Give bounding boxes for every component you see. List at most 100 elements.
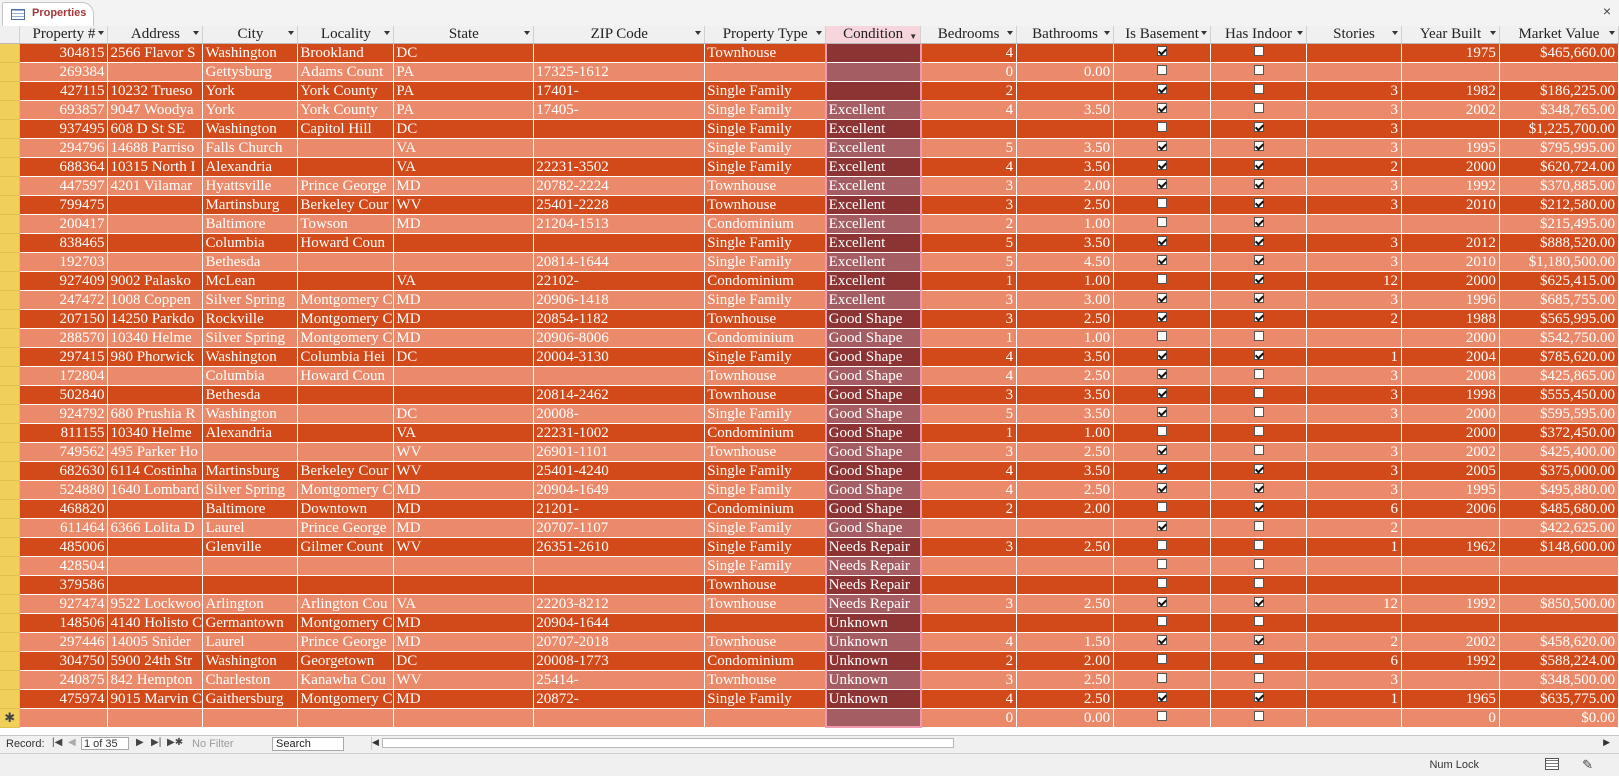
cell-bathrooms[interactable]: 2.50 — [1016, 442, 1115, 462]
cell-property[interactable]: 304750 — [19, 651, 109, 671]
cell-address[interactable]: 4201 Vilamar — [107, 176, 204, 196]
cell-city[interactable]: Bethesda — [202, 252, 299, 272]
cell-address[interactable]: 980 Phorwick — [107, 347, 204, 367]
cell-property[interactable]: 207150 — [19, 309, 109, 329]
cell-address[interactable]: 14688 Parriso — [107, 138, 204, 158]
cell-market-value[interactable]: $458,620.00 — [1499, 632, 1619, 652]
cell-property[interactable]: 288570 — [19, 328, 109, 348]
record-selector[interactable] — [0, 632, 21, 652]
table-row[interactable]: 924792 680 Prushia R Washington DC 20008- Sin… — [0, 404, 1619, 424]
cell-zip-code[interactable]: 20906-8006 — [533, 328, 706, 348]
cell-address[interactable]: 1008 Coppen — [107, 290, 204, 310]
design-view-icon[interactable]: ✎ — [1582, 757, 1593, 773]
table-row[interactable]: 288570 10340 Helme Silver Spring Montgomery… — [0, 328, 1619, 348]
cell-city[interactable]: Washington — [202, 119, 299, 139]
table-row[interactable]: 172804 Columbia Howard Coun Townhouse Good S… — [0, 366, 1619, 386]
column-header-property[interactable]: Property # — [19, 26, 109, 44]
checkbox[interactable] — [1157, 103, 1168, 114]
cell-locality[interactable]: Adams Count — [297, 62, 395, 82]
checkbox[interactable] — [1253, 578, 1264, 589]
cell-is-basement[interactable] — [1113, 480, 1212, 500]
checkbox[interactable] — [1157, 483, 1168, 494]
cell-market-value[interactable]: $495,880.00 — [1499, 480, 1619, 500]
cell-property-type[interactable]: Townhouse — [704, 309, 827, 329]
record-selector[interactable] — [0, 613, 21, 633]
dropdown-arrow-icon[interactable] — [1297, 31, 1304, 35]
cell-has-indoor[interactable] — [1210, 461, 1308, 481]
cell-year-built[interactable]: 2002 — [1401, 100, 1500, 120]
cell-address[interactable] — [107, 366, 204, 386]
cell-year-built[interactable]: 1965 — [1401, 689, 1500, 709]
cell-market-value[interactable]: $465,660.00 — [1499, 43, 1619, 63]
cell-locality[interactable]: Howard Coun — [297, 366, 395, 386]
checkbox[interactable] — [1157, 179, 1168, 190]
cell-property-type[interactable]: Townhouse — [704, 442, 827, 462]
cell-condition[interactable] — [824, 81, 922, 101]
cell-property[interactable]: 838465 — [19, 233, 109, 253]
cell-property-type[interactable]: Townhouse — [704, 43, 827, 63]
cell-condition[interactable]: Good Shape — [824, 366, 922, 386]
cell-property[interactable]: 294796 — [19, 138, 109, 158]
cell-is-basement[interactable] — [1113, 62, 1212, 82]
cell-address[interactable]: 6366 Lolita D — [107, 518, 204, 538]
checkbox[interactable] — [1253, 597, 1264, 608]
cell-has-indoor[interactable] — [1210, 195, 1308, 215]
cell-bedrooms[interactable] — [920, 119, 1018, 139]
cell-stories[interactable] — [1306, 556, 1402, 576]
checkbox[interactable] — [1253, 616, 1264, 627]
dropdown-arrow-icon[interactable] — [1391, 31, 1398, 35]
cell-address[interactable]: 842 Hempton — [107, 670, 204, 690]
cell-condition[interactable]: Excellent — [824, 157, 922, 177]
checkbox[interactable] — [1157, 236, 1168, 247]
cell-bathrooms[interactable]: 1.00 — [1016, 214, 1115, 234]
cell-market-value[interactable]: $625,415.00 — [1499, 271, 1619, 291]
table-row[interactable]: 240875 842 Hempton Charleston Kanawha Cou WV… — [0, 670, 1619, 690]
column-header-zip-code[interactable]: ZIP Code — [533, 26, 706, 44]
cell-has-indoor[interactable] — [1210, 176, 1308, 196]
cell-address[interactable]: 9047 Woodya — [107, 100, 204, 120]
cell-year-built[interactable] — [1401, 613, 1500, 633]
checkbox[interactable] — [1253, 274, 1264, 285]
cell-locality[interactable]: Columbia Hei — [297, 347, 395, 367]
cell-property-type[interactable]: Single Family — [704, 290, 827, 310]
cell-stories[interactable]: 12 — [1306, 271, 1402, 291]
cell-market-value[interactable]: $372,450.00 — [1499, 423, 1619, 443]
previous-record-button[interactable]: ◀ — [68, 737, 76, 748]
table-row[interactable]: 200417 Baltimore Towson MD 21204-1513 Condomi… — [0, 214, 1619, 234]
cell-is-basement[interactable] — [1113, 632, 1212, 652]
cell-property-type[interactable]: Single Family — [704, 556, 827, 576]
cell-stories[interactable]: 3 — [1306, 81, 1402, 101]
cell-state[interactable]: DC — [393, 347, 535, 367]
cell-property-type[interactable] — [704, 62, 827, 82]
checkbox[interactable] — [1253, 122, 1264, 133]
cell-city[interactable]: Martinsburg — [202, 195, 299, 215]
cell-property-type[interactable]: Single Family — [704, 347, 827, 367]
cell-bathrooms[interactable]: 2.50 — [1016, 195, 1115, 215]
cell-bedrooms[interactable]: 5 — [920, 138, 1018, 158]
table-row[interactable]: ✱ 0 0.00 0 $0.00 — [0, 708, 1619, 728]
cell-property-type[interactable]: Single Family — [704, 252, 827, 272]
column-header-address[interactable]: Address — [107, 26, 204, 44]
cell-has-indoor[interactable] — [1210, 62, 1308, 82]
cell-zip-code[interactable]: 22231-3502 — [533, 157, 706, 177]
checkbox[interactable] — [1157, 331, 1168, 342]
cell-locality[interactable]: Montgomery C — [297, 480, 395, 500]
cell-address[interactable] — [107, 537, 204, 557]
cell-state[interactable]: VA — [393, 138, 535, 158]
cell-zip-code[interactable] — [533, 119, 706, 139]
checkbox[interactable] — [1157, 407, 1168, 418]
cell-bathrooms[interactable] — [1016, 613, 1115, 633]
cell-is-basement[interactable] — [1113, 290, 1212, 310]
cell-property[interactable]: 240875 — [19, 670, 109, 690]
cell-is-basement[interactable] — [1113, 385, 1212, 405]
cell-property-type[interactable]: Condominium — [704, 214, 827, 234]
record-selector[interactable] — [0, 43, 21, 63]
cell-locality[interactable]: Montgomery C — [297, 328, 395, 348]
cell-stories[interactable]: 2 — [1306, 157, 1402, 177]
record-selector[interactable] — [0, 480, 21, 500]
cell-zip-code[interactable]: 21204-1513 — [533, 214, 706, 234]
cell-zip-code[interactable]: 20904-1644 — [533, 613, 706, 633]
checkbox[interactable] — [1253, 673, 1264, 684]
cell-address[interactable] — [107, 195, 204, 215]
cell-year-built[interactable] — [1401, 518, 1500, 538]
